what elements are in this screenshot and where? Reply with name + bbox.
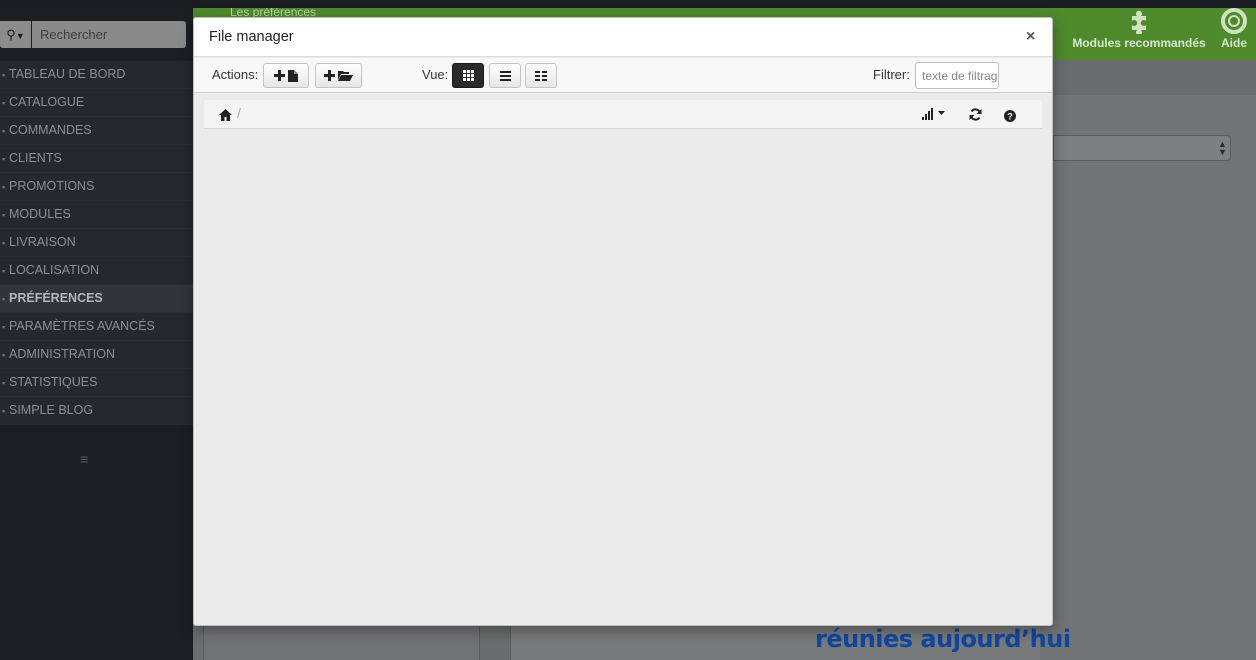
search-dropdown-button[interactable]: ⚲▼ (0, 21, 31, 48)
sidebar-item-clients[interactable]: ▪ CLIENTS (0, 145, 193, 173)
grid-icon (462, 67, 474, 82)
menu-item-icon: ▪ (2, 154, 6, 164)
top-bar (0, 0, 1256, 8)
filter-input[interactable] (915, 62, 999, 89)
columns-view-button[interactable] (525, 63, 557, 88)
sidebar-item-label: SIMPLE BLOG (9, 403, 94, 417)
recommended-modules-button[interactable]: Modules recommandés (1068, 8, 1210, 50)
banner-text: réunies aujourd’hui (815, 625, 1071, 653)
sidebar-item-localisation[interactable]: ▪ LOCALISATION (0, 257, 193, 285)
file-manager-modal: File manager × Actions: Vue: Filtrer: te… (193, 17, 1053, 626)
menu-item-icon: ▪ (2, 350, 6, 360)
sidebar-item-label: MODULES (9, 207, 71, 221)
sort-icon[interactable] (922, 107, 948, 125)
sidebar: ⚲▼ ▪TABLEAU DE BORD▪CATALOGUE▪COMMANDES▪… (0, 8, 193, 660)
recommended-modules-label: Modules recommandés (1072, 36, 1206, 50)
sidebar-item-administration[interactable]: ▪ ADMINISTRATION (0, 341, 193, 369)
modal-header: File manager × (194, 18, 1052, 57)
sidebar-item-label: ADMINISTRATION (9, 347, 116, 361)
search-input[interactable] (32, 21, 186, 48)
sidebar-item-tableau-de-bord[interactable]: ▪ TABLEAU DE BORD (0, 61, 193, 89)
puzzle-icon (1068, 8, 1210, 36)
sidebar-item-label: PARAMÈTRES AVANCÉS (9, 319, 155, 333)
modal-title: File manager (209, 29, 294, 45)
left-form-box (203, 620, 480, 660)
breadcrumb: / ? (204, 100, 1042, 129)
help-header-label: Aide (1220, 36, 1247, 50)
menu-item-icon: ▪ (2, 378, 6, 388)
folder-open-icon (338, 67, 354, 82)
menu-item-icon: ▪ (2, 294, 6, 304)
sidebar-item-label: LIVRAISON (9, 235, 76, 249)
refresh-icon[interactable] (969, 108, 982, 126)
list-view-button[interactable] (489, 63, 521, 88)
menu-item-icon: ▪ (2, 238, 6, 248)
sidebar-item-label: CATALOGUE (9, 95, 85, 109)
plus-icon (323, 67, 339, 82)
sidebar-item-label: STATISTIQUES (9, 375, 98, 389)
sidebar-nav: ▪ TABLEAU DE BORD ▪ CATALOGUE ▪ COMMANDES ▪ CLI… (0, 61, 193, 425)
search-icon: ⚲ (6, 27, 16, 42)
sidebar-item-catalogue[interactable]: ▪ CATALOGUE (0, 89, 193, 117)
menu-item-icon: ▪ (2, 182, 6, 192)
help-header-button[interactable]: Aide (1212, 8, 1256, 50)
menu-item-icon: ▪ (2, 70, 6, 80)
file-icon (288, 67, 299, 82)
menu-item-icon: ▪ (2, 406, 6, 416)
menu-item-icon: ▪ (2, 210, 6, 220)
view-label: Vue: (422, 67, 449, 82)
sidebar-item-label: COMMANDES (9, 123, 92, 137)
sidebar-item-simple-blog[interactable]: ▪ SIMPLE BLOG (0, 397, 193, 425)
sidebar-item-paramètres-avancés[interactable]: ▪ PARAMÈTRES AVANCÉS (0, 313, 193, 341)
grid-view-button[interactable] (452, 63, 484, 88)
filter-label: Filtrer: (873, 67, 910, 82)
sidebar-item-commandes[interactable]: ▪ COMMANDES (0, 117, 193, 145)
sidebar-search: ⚲▼ (0, 21, 186, 48)
actions-label: Actions: (212, 67, 259, 82)
menu-item-icon: ▪ (2, 98, 6, 108)
plus-icon (273, 67, 289, 82)
close-button[interactable]: × (1026, 28, 1035, 46)
sidebar-item-label: LOCALISATION (9, 263, 100, 277)
upload-file-button[interactable] (263, 63, 309, 88)
sidebar-item-livraison[interactable]: ▪ LIVRAISON (0, 229, 193, 257)
menu-item-icon: ▪ (2, 322, 6, 332)
help-icon[interactable]: ? (1004, 109, 1016, 127)
file-list-area (204, 130, 1042, 620)
sidebar-item-label: TABLEAU DE BORD (9, 67, 126, 81)
list-icon (499, 67, 511, 82)
sidebar-item-modules[interactable]: ▪ MODULES (0, 201, 193, 229)
menu-item-icon: ▪ (2, 126, 6, 136)
select-arrows-icon: ▲ ▼ (1218, 139, 1227, 157)
lifebuoy-icon (1212, 8, 1256, 34)
sidebar-item-label: PROMOTIONS (9, 179, 95, 193)
file-manager-toolbar: Actions: Vue: Filtrer: texte de filtrage (194, 58, 1052, 93)
sidebar-item-promotions[interactable]: ▪ PROMOTIONS (0, 173, 193, 201)
menu-collapse-icon[interactable]: ≡ (80, 451, 88, 467)
sidebar-item-préférences[interactable]: ▪ PRÉFÉRENCES (0, 285, 193, 313)
columns-list-icon (535, 67, 547, 82)
sidebar-item-label: CLIENTS (9, 151, 62, 165)
menu-item-icon: ▪ (2, 266, 6, 276)
sidebar-item-statistiques[interactable]: ▪ STATISTIQUES (0, 369, 193, 397)
breadcrumb-separator: / (237, 105, 241, 121)
home-icon[interactable] (219, 108, 232, 126)
sidebar-item-label: PRÉFÉRENCES (9, 291, 103, 305)
background-select[interactable] (1053, 135, 1231, 161)
svg-text:?: ? (1007, 112, 1013, 122)
caret-down-icon: ▼ (15, 31, 25, 41)
new-folder-button[interactable] (315, 63, 362, 88)
